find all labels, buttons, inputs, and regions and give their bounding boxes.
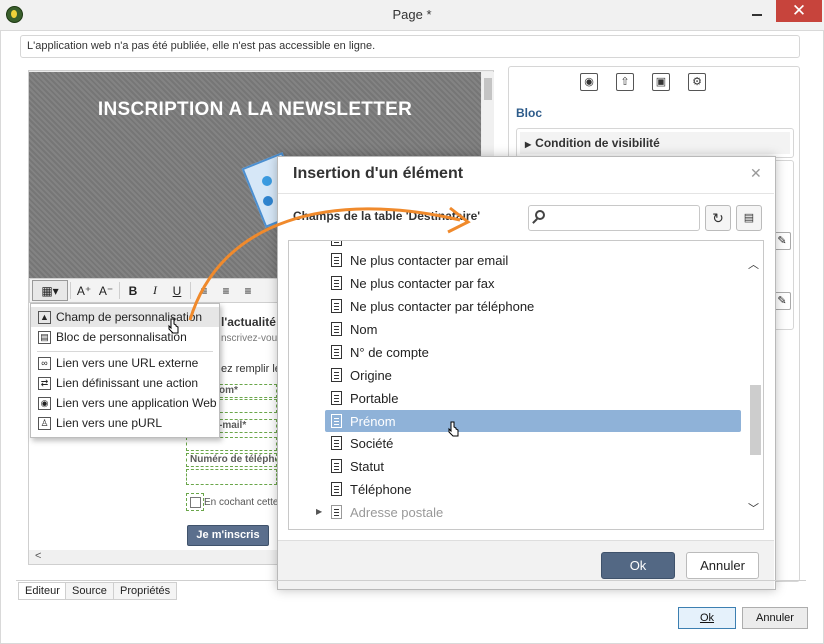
- save-icon[interactable]: ▣: [652, 73, 670, 91]
- dialog-ok-button[interactable]: Ok: [601, 552, 675, 579]
- settings-icon[interactable]: ⚙: [688, 73, 706, 91]
- phone-input[interactable]: [186, 469, 277, 485]
- panel-toolbar: ◉ ⇧ ▣ ⚙: [580, 73, 730, 93]
- name-input[interactable]: [215, 399, 277, 413]
- field-icon: [331, 368, 342, 382]
- name-field[interactable]: om*: [215, 384, 277, 398]
- field-icon: [331, 345, 342, 359]
- hero-title: INSCRIPTION A LA NEWSLETTER: [97, 99, 413, 120]
- dialog-close-icon[interactable]: ✕: [750, 165, 762, 182]
- link-webapp-icon: ◉: [38, 396, 51, 410]
- content-sub-fragment: nscrivez-vou: [221, 333, 278, 344]
- list-scrollbar-thumb[interactable]: [750, 385, 761, 455]
- footer-cancel-button[interactable]: Annuler: [742, 607, 808, 629]
- list-view-icon: ▤: [743, 212, 755, 224]
- panel-section-title: Bloc: [516, 106, 543, 120]
- link-purl-icon: ♙: [38, 416, 51, 430]
- font-increase-button[interactable]: A⁺: [73, 280, 95, 301]
- minimize-icon[interactable]: [752, 14, 762, 16]
- hand-cursor-icon: [448, 421, 459, 437]
- insert-icon: ▦: [41, 283, 53, 298]
- upload-icon[interactable]: ⇧: [616, 73, 634, 91]
- field-icon: [331, 505, 342, 519]
- eye-icon[interactable]: ◉: [580, 73, 598, 91]
- menu-item-webapp-link[interactable]: ◉ Lien vers une application Web: [31, 393, 219, 413]
- email-input[interactable]: [186, 437, 277, 451]
- menu-item-action-link[interactable]: ⇄ Lien définissant une action: [31, 373, 219, 393]
- italic-button[interactable]: I: [144, 280, 166, 301]
- link-www-icon: ∞: [38, 356, 51, 370]
- footer-ok-button[interactable]: Ok: [678, 607, 736, 629]
- scroll-up-icon[interactable]: ︿: [748, 256, 759, 272]
- subscribe-button[interactable]: Je m'inscris: [187, 525, 269, 546]
- field-icon: [331, 459, 342, 473]
- field-icon: [331, 482, 342, 496]
- list-item[interactable]: Société: [289, 432, 763, 454]
- person-field-icon: ▲: [38, 310, 51, 324]
- dialog-cancel-button[interactable]: Annuler: [686, 552, 759, 579]
- field-icon: [331, 436, 342, 450]
- font-decrease-button[interactable]: A⁻: [95, 280, 117, 301]
- tab-properties[interactable]: Propriétés: [113, 582, 178, 600]
- list-item[interactable]: Portable: [289, 387, 763, 409]
- scroll-down-icon[interactable]: ﹀: [748, 500, 759, 516]
- hand-cursor-icon: [168, 318, 179, 334]
- window-close-button[interactable]: ✕: [776, 0, 822, 22]
- insert-element-dropdown[interactable]: ▦ ▾: [32, 280, 68, 301]
- content-fill-fragment: ez remplir le: [221, 363, 281, 375]
- list-view-button[interactable]: ▤: [736, 205, 762, 231]
- link-action-icon: ⇄: [38, 376, 51, 390]
- window-title: Page *: [392, 7, 432, 22]
- field-icon: [331, 391, 342, 405]
- menu-item-external-url-link[interactable]: ∞ Lien vers une URL externe: [31, 353, 219, 373]
- search-input[interactable]: [528, 205, 700, 231]
- menu-item-personalization-block[interactable]: ▤ Bloc de personnalisation: [31, 327, 219, 347]
- tab-source[interactable]: Source: [65, 582, 114, 600]
- drag-arrow-icon: [188, 206, 471, 321]
- tab-editor[interactable]: Editeur: [18, 582, 67, 600]
- expand-arrow-icon[interactable]: ▶: [316, 507, 322, 516]
- menu-item-purl-link[interactable]: ♙ Lien vers une pURL: [31, 413, 219, 433]
- list-item[interactable]: N° de compte: [289, 341, 763, 363]
- consent-text: En cochant cette: [204, 497, 277, 508]
- field-icon: [331, 414, 342, 428]
- phone-field[interactable]: Numéro de télépho: [186, 453, 277, 467]
- publish-info-bar: L'application web n'a pas été publiée, e…: [20, 35, 800, 58]
- list-item[interactable]: Téléphone: [289, 478, 763, 500]
- consent-checkbox[interactable]: [190, 497, 201, 508]
- list-item-group[interactable]: ▶ Adresse postale: [289, 501, 763, 523]
- expand-icon: ▶: [525, 140, 532, 149]
- refresh-button[interactable]: ↻: [705, 205, 731, 231]
- visibility-condition-header[interactable]: ▶ Condition de visibilité: [520, 132, 790, 154]
- list-item-selected[interactable]: Prénom: [289, 410, 763, 432]
- email-field[interactable]: -mail*: [215, 419, 277, 433]
- bold-button[interactable]: B: [122, 280, 144, 301]
- list-item[interactable]: Origine: [289, 364, 763, 386]
- list-item[interactable]: Statut: [289, 455, 763, 477]
- block-icon: ▤: [38, 330, 51, 344]
